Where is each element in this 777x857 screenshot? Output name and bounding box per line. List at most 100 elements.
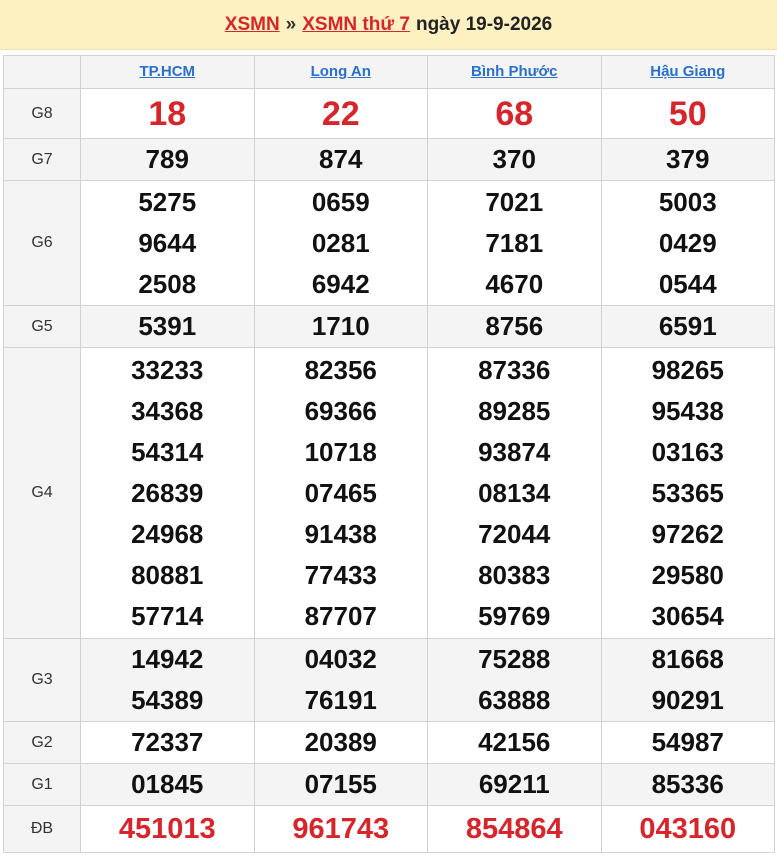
prize-number: 57714 (131, 600, 204, 631)
prize-number: 0659 (311, 186, 370, 217)
province-link[interactable]: Long An (311, 63, 371, 80)
prize-number: 93874 (478, 436, 551, 467)
prize-number: 54987 (651, 727, 724, 757)
prize-label: G4 (3, 347, 81, 639)
prize-number: 95438 (651, 395, 724, 426)
prize-row-g1: G1 01845 07155 69211 85336 (3, 763, 775, 806)
prize-cell: 0659 0281 6942 (253, 180, 428, 306)
page-header: XSMN » XSMN thứ 7 ngày 19-9-2026 (0, 0, 777, 50)
prize-number: 10718 (304, 436, 377, 467)
prize-number: 379 (666, 144, 710, 174)
prize-cell: 1710 (253, 305, 428, 348)
prize-cell: 20389 (253, 721, 428, 764)
prize-cell: 50 (600, 88, 775, 139)
xsmn-saturday-link[interactable]: XSMN thứ 7 (302, 14, 410, 36)
prize-row-g8: G8 18 22 68 50 (3, 88, 775, 139)
prize-number: 4670 (485, 268, 544, 299)
prize-row-g3: G3 14942 54389 04032 76191 75288 63888 81668 902… (3, 638, 775, 722)
prize-number: 26839 (131, 477, 204, 508)
prize-number: 42156 (478, 727, 551, 757)
prize-number: 9644 (138, 227, 197, 258)
draw-date: ngày 19-9-2026 (415, 13, 553, 35)
prize-cell: 874 (253, 138, 428, 181)
prize-number: 54314 (131, 436, 204, 467)
prize-number: 07155 (304, 769, 377, 799)
province-header: Hậu Giang (600, 55, 775, 89)
prize-cell: 98265 95438 03163 53365 97262 29580 30654 (600, 347, 775, 639)
prize-number: 69211 (478, 769, 550, 799)
prize-number: 87336 (478, 354, 551, 385)
prize-number: 75288 (478, 644, 551, 674)
prize-number: 370 (492, 144, 536, 174)
prize-number: 89285 (478, 395, 551, 426)
prize-number: 85336 (651, 769, 724, 799)
prize-number: 53365 (651, 477, 724, 508)
prize-cell: 043160 (600, 805, 775, 853)
prize-label: G6 (3, 180, 81, 306)
prize-number: 33233 (131, 354, 204, 385)
prize-number: 7021 (485, 186, 544, 217)
prize-cell: 789 (80, 138, 255, 181)
prize-number: 72337 (131, 727, 204, 757)
province-link[interactable]: Bình Phước (471, 63, 558, 80)
prize-label: G7 (3, 138, 81, 181)
prize-number: 98265 (651, 354, 724, 385)
prize-cell: 451013 (80, 805, 255, 853)
province-header: TP.HCM (80, 55, 255, 89)
prize-number: 63888 (478, 685, 551, 715)
province-link[interactable]: Hậu Giang (650, 63, 725, 80)
prize-cell: 81668 90291 (600, 638, 775, 722)
prize-cell: 961743 (253, 805, 428, 853)
prize-number: 01845 (131, 769, 204, 799)
prize-number: 5391 (138, 311, 197, 341)
prize-number: 90291 (651, 685, 724, 715)
prize-number: 874 (319, 144, 363, 174)
prize-cell: 54987 (600, 721, 775, 764)
prize-number: 69366 (304, 395, 377, 426)
prize-cell: 6591 (600, 305, 775, 348)
prize-cell: 85336 (600, 763, 775, 806)
prize-number: 789 (145, 144, 189, 174)
prize-cell: 854864 (427, 805, 602, 853)
prize-number: 80881 (131, 559, 204, 590)
prize-cell: 8756 (427, 305, 602, 348)
prize-label: G1 (3, 763, 81, 806)
province-link[interactable]: TP.HCM (139, 63, 195, 80)
prize-cell: 75288 63888 (427, 638, 602, 722)
prize-cell: 18 (80, 88, 255, 139)
prize-number: 0544 (658, 268, 717, 299)
prize-label: G2 (3, 721, 81, 764)
province-header-row: TP.HCM Long An Bình Phước Hậu Giang (3, 55, 775, 89)
prize-row-g4: G4 33233 34368 54314 26839 24968 80881 57714 823… (3, 347, 775, 639)
prize-row-g2: G2 72337 20389 42156 54987 (3, 721, 775, 764)
prize-cell: 69211 (427, 763, 602, 806)
prize-cell: 42156 (427, 721, 602, 764)
prize-number: 0429 (658, 227, 717, 258)
prize-number: 22 (321, 94, 360, 133)
prize-cell: 68 (427, 88, 602, 139)
prize-number: 91438 (304, 518, 377, 549)
prize-number: 59769 (478, 600, 551, 631)
prize-number: 20389 (304, 727, 377, 757)
prize-number: 80383 (478, 559, 551, 590)
prize-number: 07465 (304, 477, 377, 508)
prize-number: 14942 (131, 644, 204, 674)
prize-number: 50 (668, 94, 707, 133)
prize-number: 76191 (304, 685, 377, 715)
prize-cell: 5003 0429 0544 (600, 180, 775, 306)
prize-number: 87707 (304, 600, 377, 631)
prize-cell: 5391 (80, 305, 255, 348)
prize-label: G8 (3, 88, 81, 139)
prize-number: 81668 (651, 644, 724, 674)
prize-number: 5275 (138, 186, 197, 217)
prize-number: 24968 (131, 518, 204, 549)
prize-number: 72044 (478, 518, 551, 549)
prize-label: G3 (3, 638, 81, 722)
xsmn-link[interactable]: XSMN (225, 14, 280, 36)
corner-cell (3, 55, 81, 89)
prize-number: 03163 (651, 436, 724, 467)
prize-cell: 7021 7181 4670 (427, 180, 602, 306)
prize-number: 54389 (131, 685, 204, 715)
prize-number: 0281 (311, 227, 370, 258)
prize-number: 5003 (658, 186, 717, 217)
